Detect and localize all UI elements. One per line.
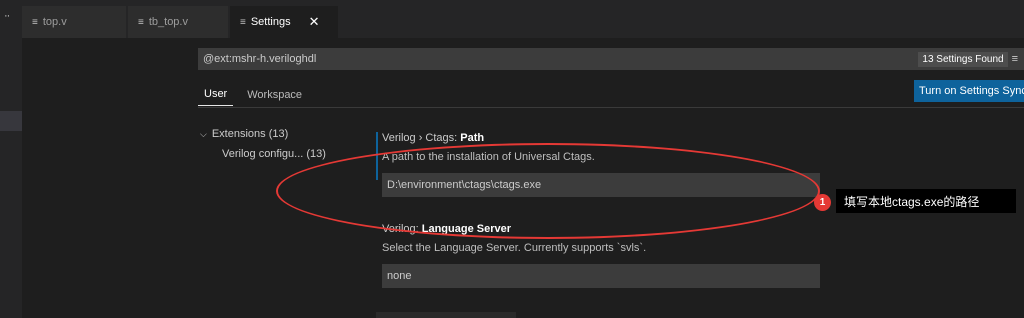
settings-file-icon: ≡ [240,16,246,28]
setting-category: Verilog › Ctags: [382,132,461,144]
annotation-ellipse [276,143,820,239]
setting-name: Path [460,132,485,144]
activity-bar: ·· [0,0,22,318]
language-server-select[interactable]: none [382,264,820,288]
tab-bar: ≡ top.v ≡ tb_top.v ≡ Settings ✕ [22,0,1024,38]
tab-label: tb_top.v [148,16,188,28]
file-icon: ≡ [32,16,38,28]
toc-label: Extensions (13) [211,128,289,140]
tab-workspace[interactable]: Workspace [241,89,308,106]
tab-top-v[interactable]: ≡ top.v [22,6,126,38]
tab-settings[interactable]: ≡ Settings ✕ [230,6,338,38]
annotation-number-badge: 1 [814,194,831,211]
settings-toc: ⌵ Extensions (13) Verilog configu... (13… [200,124,326,164]
activity-selected-item[interactable] [0,111,22,131]
next-setting-stub [376,312,516,318]
tab-tb-top-v[interactable]: ≡ tb_top.v [128,6,228,38]
setting-description: Select the Language Server. Currently su… [382,242,647,254]
close-icon[interactable]: ✕ [309,14,320,30]
tab-label: Settings [250,16,291,28]
toc-item-extensions[interactable]: ⌵ Extensions (13) [200,124,326,144]
results-count-badge: 13 Settings Found [918,51,1008,67]
annotation-callout: 填写本地ctags.exe的路径 [836,189,1016,213]
chevron-down-icon: ⌵ [200,128,207,139]
toc-item-verilog[interactable]: Verilog configu... (13) [200,144,326,164]
tab-user[interactable]: User [198,88,234,106]
scope-tabs: User Workspace [198,78,316,106]
settings-sync-button[interactable]: Turn on Settings Sync [914,80,1024,102]
tab-label: top.v [42,16,67,28]
more-icon[interactable]: ·· [4,10,10,22]
file-icon: ≡ [138,16,144,28]
settings-search-bar[interactable]: @ext:mshr-h.veriloghdl 13 Settings Found… [198,48,1024,70]
divider [198,107,1024,108]
search-input[interactable]: @ext:mshr-h.veriloghdl [198,53,918,65]
toc-label: Verilog configu... (13) [222,148,326,160]
setting-title: Verilog › Ctags: Path [382,132,484,144]
clear-filter-icon[interactable]: ≡ [1012,53,1024,65]
